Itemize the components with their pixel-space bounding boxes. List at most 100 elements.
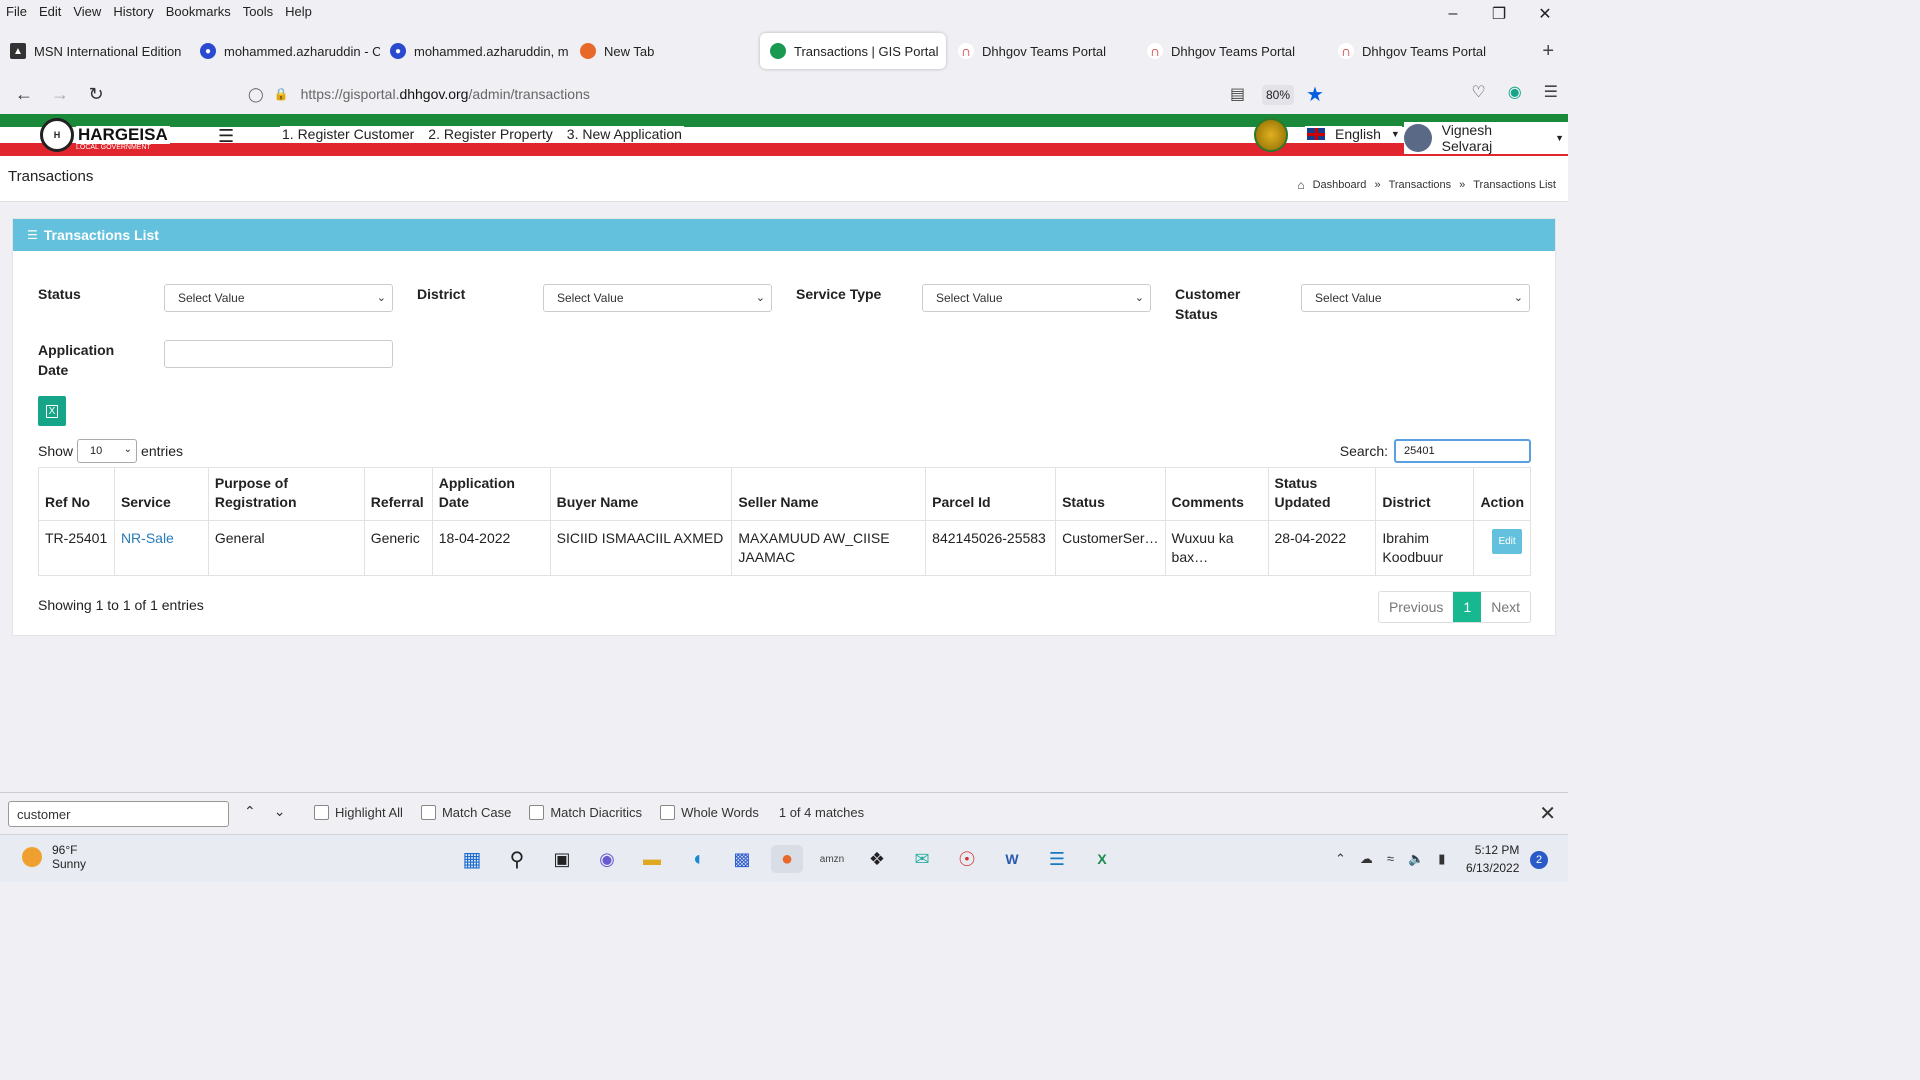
district-filter-label: District: [417, 286, 466, 302]
menu-history[interactable]: History: [113, 4, 153, 19]
find-next-icon[interactable]: ⌄: [274, 803, 286, 820]
amazon-icon[interactable]: amzn: [816, 845, 848, 873]
bookmark-star-icon[interactable]: ★: [1306, 82, 1324, 107]
teams-chat-icon[interactable]: ◉: [591, 845, 623, 873]
col-district[interactable]: District: [1375, 467, 1475, 521]
wifi-icon[interactable]: ≈: [1387, 851, 1394, 867]
menu-hamburger-icon[interactable]: ☰: [1544, 82, 1558, 102]
back-icon[interactable]: ←: [6, 76, 42, 112]
search-icon[interactable]: ⚲: [501, 845, 533, 873]
volume-icon[interactable]: 🔈: [1408, 851, 1424, 867]
reader-view-icon[interactable]: ▤: [1230, 84, 1245, 104]
col-service[interactable]: Service: [113, 467, 209, 521]
reload-icon[interactable]: ↻: [78, 76, 114, 112]
chrome-icon[interactable]: ☉: [951, 845, 983, 873]
url-bar[interactable]: ◯ 🔒 https://gisportal. dhhgov.org/admin/t…: [236, 78, 1336, 110]
language-dropdown[interactable]: English ▼: [1305, 126, 1402, 142]
menu-tools[interactable]: Tools: [243, 4, 273, 19]
new-tab-icon[interactable]: +: [1542, 40, 1554, 63]
col-parcel-id[interactable]: Parcel Id: [925, 467, 1057, 521]
close-find-bar-icon[interactable]: ✕: [1539, 801, 1556, 826]
firefox-icon[interactable]: ●: [771, 845, 803, 873]
restore-icon[interactable]: ❐: [1476, 0, 1522, 28]
breadcrumb-transactions[interactable]: Transactions: [1389, 179, 1452, 191]
find-input[interactable]: customer: [8, 801, 229, 827]
dropbox-icon[interactable]: ❖: [861, 845, 893, 873]
file-explorer-icon[interactable]: ▬: [636, 845, 668, 873]
nav-register-property[interactable]: 2. Register Property: [428, 126, 553, 142]
minimize-icon[interactable]: –: [1430, 0, 1476, 28]
previous-page-button[interactable]: Previous: [1379, 592, 1453, 622]
close-window-icon[interactable]: ✕: [1522, 0, 1568, 28]
tab-teams-3[interactable]: ∩ Dhhgov Teams Portal: [1328, 33, 1488, 69]
match-diacritics-checkbox[interactable]: Match Diacritics: [529, 805, 642, 820]
government-emblem-icon: [1254, 118, 1288, 152]
match-case-checkbox[interactable]: Match Case: [420, 805, 511, 820]
menu-bookmarks[interactable]: Bookmarks: [166, 4, 231, 19]
battery-icon[interactable]: ▮: [1438, 851, 1445, 867]
windows-start-icon[interactable]: ▦: [456, 845, 488, 873]
col-seller-name[interactable]: Seller Name: [731, 467, 927, 521]
menu-help[interactable]: Help: [285, 4, 312, 19]
task-view-icon[interactable]: ▣: [546, 845, 578, 873]
tab-skype-1[interactable]: ● mohammed.azharuddin - C: [190, 33, 380, 69]
zoom-level[interactable]: 80%: [1262, 85, 1294, 105]
edit-button[interactable]: Edit: [1492, 529, 1522, 554]
search-input[interactable]: 25401: [1394, 439, 1531, 463]
application-date-input[interactable]: [164, 340, 393, 368]
export-excel-button[interactable]: X: [38, 396, 66, 426]
customer-status-filter-select[interactable]: Select Value ⌄: [1301, 284, 1530, 312]
col-status-updated[interactable]: Status Updated: [1267, 467, 1377, 521]
site-logo[interactable]: H HARGEISA LOCAL GOVERNMENT: [40, 118, 170, 152]
tab-label: MSN International Edition: [34, 43, 182, 59]
extension-icon[interactable]: ◉: [1508, 82, 1522, 102]
pocket-icon[interactable]: ♡: [1471, 82, 1485, 102]
mail-icon[interactable]: ✉: [906, 845, 938, 873]
user-menu[interactable]: Vignesh Selvaraj ▼: [1404, 122, 1568, 154]
menu-file[interactable]: File: [6, 4, 27, 19]
chevron-up-icon[interactable]: ⌃: [1335, 851, 1346, 867]
next-page-button[interactable]: Next: [1481, 592, 1530, 622]
col-purpose[interactable]: Purpose of Registration: [207, 467, 365, 521]
find-previous-icon[interactable]: ⌃: [244, 803, 256, 820]
status-filter-select[interactable]: Select Value ⌄: [164, 284, 393, 312]
cloud-icon[interactable]: ☁: [1360, 851, 1373, 867]
col-ref-no[interactable]: Ref No: [38, 467, 115, 521]
tab-teams-2[interactable]: ∩ Dhhgov Teams Portal: [1137, 33, 1328, 69]
select-value: Select Value: [557, 291, 624, 305]
highlight-all-checkbox[interactable]: Highlight All: [314, 805, 403, 820]
service-type-filter-select[interactable]: Select Value ⌄: [922, 284, 1151, 312]
forward-icon[interactable]: →: [42, 76, 78, 112]
col-comments[interactable]: Comments: [1164, 467, 1269, 521]
excel-icon[interactable]: X: [1086, 845, 1118, 873]
whole-words-checkbox[interactable]: Whole Words: [660, 805, 759, 820]
tab-transactions[interactable]: Transactions | GIS Portal ✕: [760, 33, 946, 69]
browser-menubar: File Edit View History Bookmarks Tools H…: [0, 0, 1568, 22]
store-icon[interactable]: ▩: [726, 845, 758, 873]
breadcrumb-dashboard[interactable]: Dashboard: [1313, 179, 1367, 191]
system-clock[interactable]: 5:12 PM 6/13/2022: [1466, 841, 1519, 877]
nav-register-customer[interactable]: 1. Register Customer: [282, 126, 414, 142]
entries-select[interactable]: 10 ⌄: [77, 439, 138, 463]
menu-view[interactable]: View: [73, 4, 101, 19]
col-status[interactable]: Status: [1055, 467, 1166, 521]
find-query: customer: [17, 806, 71, 822]
page-1-button[interactable]: 1: [1453, 592, 1482, 622]
col-referral[interactable]: Referral: [363, 467, 433, 521]
word-icon[interactable]: W: [996, 845, 1028, 873]
menu-edit[interactable]: Edit: [39, 4, 61, 19]
tab-skype-2[interactable]: ● mohammed.azharuddin, m: [380, 33, 570, 69]
notification-badge[interactable]: 2: [1530, 851, 1548, 869]
tab-teams-1[interactable]: ∩ Dhhgov Teams Portal: [946, 33, 1137, 69]
tab-msn[interactable]: ▲ MSN International Edition: [0, 33, 190, 69]
weather-widget[interactable]: 96°F Sunny: [22, 843, 86, 871]
col-buyer-name[interactable]: Buyer Name: [549, 467, 733, 521]
notepad-icon[interactable]: ☰: [1041, 845, 1073, 873]
district-filter-select[interactable]: Select Value ⌄: [543, 284, 772, 312]
service-link[interactable]: NR-Sale: [121, 530, 174, 546]
sidebar-toggle-icon[interactable]: ☰: [218, 126, 234, 147]
col-application-date[interactable]: Application Date: [431, 467, 551, 521]
nav-new-application[interactable]: 3. New Application: [567, 126, 682, 142]
tab-new-tab[interactable]: New Tab: [570, 33, 760, 69]
edge-icon[interactable]: ◖: [681, 845, 713, 873]
